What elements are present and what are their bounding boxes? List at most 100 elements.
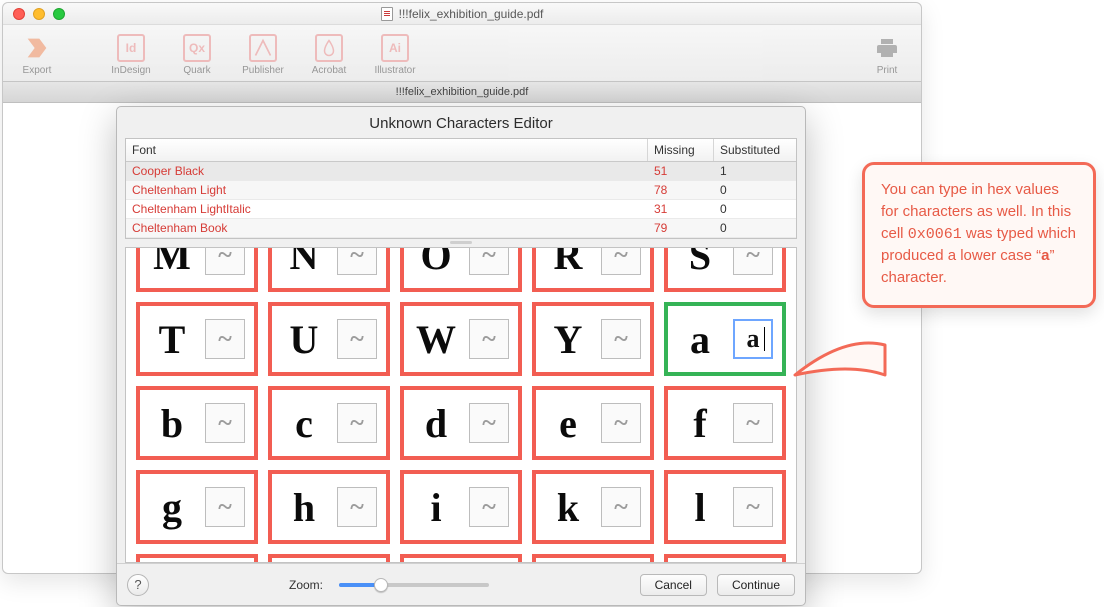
glyph-substitute-input[interactable]: ~ [337,247,377,275]
close-window-button[interactable] [13,8,25,20]
glyph-cell[interactable]: aa [664,302,786,376]
publisher-button[interactable]: Publisher [237,32,289,76]
glyph-substitute-input[interactable]: ~ [733,403,773,443]
help-button[interactable]: ? [127,574,149,596]
font-table-row[interactable]: Cheltenham Light780 [126,181,796,200]
col-header-font[interactable]: Font [126,139,648,161]
quark-button[interactable]: Qx Quark [171,32,223,76]
illustrator-icon: Ai [381,34,409,62]
font-table-row[interactable]: Cooper Black511 [126,162,796,181]
glyph-substitute-input[interactable]: ~ [469,403,509,443]
glyph-cell[interactable]: l~ [664,470,786,544]
print-icon [871,32,903,64]
glyph-substitute-input[interactable]: ~ [601,247,641,275]
glyph-cell[interactable]: U~ [268,302,390,376]
minimize-window-button[interactable] [33,8,45,20]
glyph-cell[interactable]: g~ [136,470,258,544]
glyph-character: g [149,484,195,531]
glyph-substitute-input[interactable]: ~ [337,319,377,359]
glyph-substitute-input[interactable]: ~ [337,403,377,443]
glyph-cell[interactable]: N~ [268,247,390,292]
glyph-substitute-input[interactable]: ~ [733,487,773,527]
col-header-missing[interactable]: Missing [648,139,714,161]
glyph-character: Y [545,316,591,363]
glyph-cell[interactable]: O~ [400,247,522,292]
dialog-title: Unknown Characters Editor [117,107,805,138]
font-name-cell: Cheltenham Book [126,219,648,237]
font-substituted-cell: 1 [714,162,796,180]
glyph-character: R [545,247,591,279]
font-table-row[interactable]: Cheltenham LightItalic310 [126,200,796,219]
glyph-cell[interactable]: R~ [532,247,654,292]
font-name-cell: Cheltenham Light [126,181,648,199]
zoom-window-button[interactable] [53,8,65,20]
indesign-button[interactable]: Id InDesign [105,32,157,76]
font-name-cell: Cooper Black [126,162,648,180]
glyph-cell[interactable] [532,554,654,563]
document-icon [381,7,393,21]
glyph-substitute-input[interactable]: ~ [205,319,245,359]
glyph-cell[interactable]: d~ [400,386,522,460]
window-titlebar: !!!felix_exhibition_guide.pdf [3,3,921,25]
glyph-character: c [281,400,327,447]
glyph-character: b [149,400,195,447]
publisher-icon [249,34,277,62]
glyph-substitute-input[interactable]: ~ [205,487,245,527]
font-missing-cell: 51 [648,162,714,180]
table-resize-handle[interactable] [117,239,805,245]
glyph-character: i [413,484,459,531]
print-label: Print [861,65,913,76]
glyph-substitute-input[interactable]: ~ [469,487,509,527]
zoom-slider-knob[interactable] [374,578,388,592]
print-button[interactable]: Print [861,32,913,76]
glyph-substitute-input[interactable]: ~ [601,487,641,527]
acrobat-label: Acrobat [303,65,355,76]
glyph-substitute-input[interactable]: ~ [469,319,509,359]
glyph-cell[interactable]: M~ [136,247,258,292]
glyph-substitute-input[interactable]: ~ [601,403,641,443]
glyph-substitute-input[interactable]: ~ [205,403,245,443]
glyph-cell[interactable] [400,554,522,563]
font-substituted-cell: 0 [714,181,796,199]
indesign-icon: Id [117,34,145,62]
glyph-cell[interactable]: e~ [532,386,654,460]
col-header-substituted[interactable]: Substituted [714,139,796,161]
glyph-substitute-input[interactable]: ~ [733,247,773,275]
glyph-cell[interactable]: Y~ [532,302,654,376]
font-substituted-cell: 0 [714,200,796,218]
export-button[interactable]: Export [11,32,63,76]
font-missing-cell: 79 [648,219,714,237]
illustrator-button[interactable]: Ai Illustrator [369,32,421,76]
continue-button[interactable]: Continue [717,574,795,596]
glyph-substitute-input[interactable]: ~ [469,247,509,275]
glyph-cell[interactable] [136,554,258,563]
glyph-cell[interactable]: b~ [136,386,258,460]
font-name-cell: Cheltenham LightItalic [126,200,648,218]
glyph-cell[interactable]: W~ [400,302,522,376]
acrobat-button[interactable]: Acrobat [303,32,355,76]
zoom-slider[interactable] [339,583,489,587]
glyph-cell[interactable]: T~ [136,302,258,376]
glyph-cell[interactable] [268,554,390,563]
glyph-cell[interactable]: h~ [268,470,390,544]
glyph-substitute-input[interactable]: ~ [601,319,641,359]
glyph-cell[interactable]: S~ [664,247,786,292]
glyph-substitute-input[interactable]: ~ [337,487,377,527]
export-icon [21,32,53,64]
glyph-cell[interactable]: c~ [268,386,390,460]
glyph-cell[interactable]: f~ [664,386,786,460]
glyph-cell[interactable]: i~ [400,470,522,544]
glyph-character: d [413,400,459,447]
glyph-character: U [281,316,327,363]
glyph-substitute-input[interactable]: a [733,319,773,359]
cancel-button[interactable]: Cancel [640,574,707,596]
document-tab[interactable]: !!!felix_exhibition_guide.pdf [3,81,921,103]
glyph-cell[interactable] [664,554,786,563]
glyph-character: h [281,484,327,531]
glyph-cell[interactable]: k~ [532,470,654,544]
glyph-substitute-input[interactable]: ~ [205,247,245,275]
main-toolbar: Export Id InDesign Qx Quark Publisher [3,25,921,81]
font-table-row[interactable]: Cheltenham Book790 [126,219,796,238]
glyph-character: a [677,316,723,363]
font-missing-cell: 78 [648,181,714,199]
